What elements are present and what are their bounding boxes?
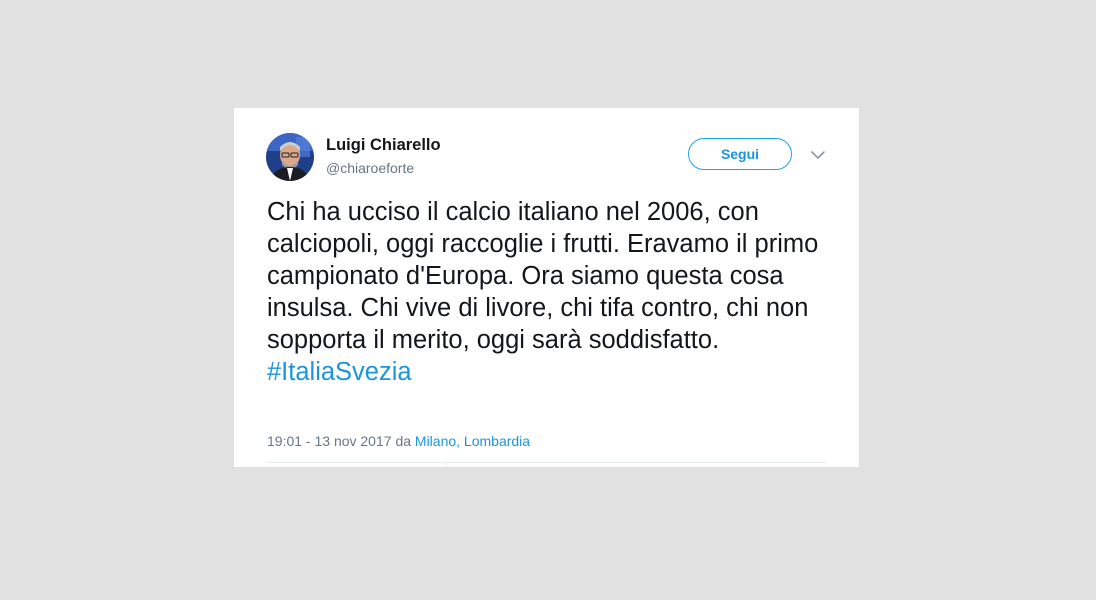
location-prefix: da (395, 433, 412, 449)
tweet-metadata: 19:01 - 13 nov 2017 da Milano, Lombardia (267, 433, 530, 449)
tweet-card: Luigi Chiarello @chiaroeforte Segui Chi … (234, 108, 859, 467)
chevron-down-icon[interactable] (810, 148, 826, 162)
author-handle[interactable]: @chiaroeforte (326, 160, 414, 176)
divider-tick (446, 462, 447, 467)
profile-photo-icon (266, 133, 314, 181)
tweet-body: Chi ha ucciso il calcio italiano nel 200… (267, 198, 819, 354)
tweet-timestamp[interactable]: 19:01 - 13 nov 2017 (267, 433, 392, 449)
avatar[interactable] (266, 133, 314, 181)
hashtag-link[interactable]: #ItaliaSvezia (267, 356, 842, 388)
follow-button[interactable]: Segui (688, 138, 792, 170)
location-link[interactable]: Milano, Lombardia (415, 433, 530, 449)
author-display-name[interactable]: Luigi Chiarello (326, 136, 441, 155)
tweet-text: Chi ha ucciso il calcio italiano nel 200… (267, 196, 842, 388)
divider (267, 462, 827, 463)
